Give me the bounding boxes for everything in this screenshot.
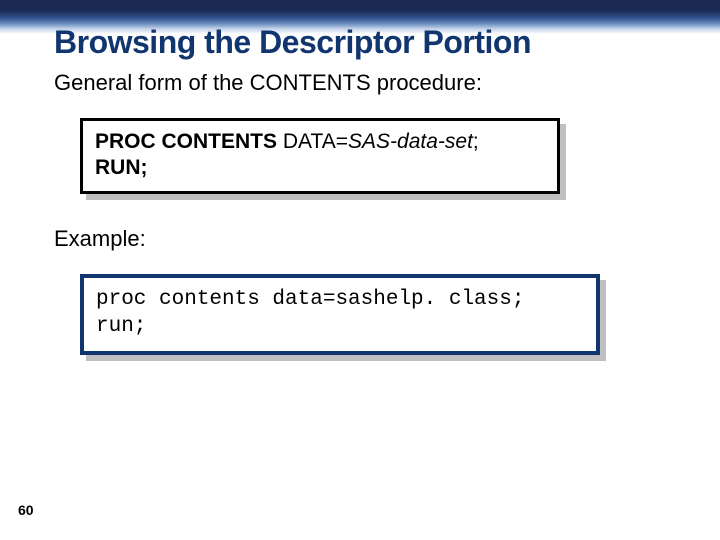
- example-box-wrap: proc contents data=sashelp. class; run;: [80, 274, 680, 355]
- slide-content: Browsing the Descriptor Portion General …: [54, 26, 680, 387]
- syntax-dataset-arg: SAS-data-set: [348, 130, 473, 153]
- syntax-proc-contents: PROC CONTENTS: [95, 130, 277, 153]
- page-number: 60: [18, 502, 34, 518]
- syntax-line-1: PROC CONTENTS DATA=SAS-data-set;: [95, 129, 545, 155]
- example-line-2: run;: [96, 313, 584, 340]
- example-line-1: proc contents data=sashelp. class;: [96, 286, 584, 313]
- syntax-box-wrap: PROC CONTENTS DATA=SAS-data-set; RUN;: [80, 118, 680, 195]
- syntax-box-shadow: PROC CONTENTS DATA=SAS-data-set; RUN;: [80, 118, 560, 195]
- intro-text: General form of the CONTENTS procedure:: [54, 70, 680, 96]
- slide-title: Browsing the Descriptor Portion: [54, 26, 680, 60]
- syntax-semicolon: ;: [473, 130, 479, 153]
- syntax-data-eq: DATA=: [277, 130, 348, 153]
- example-box: proc contents data=sashelp. class; run;: [80, 274, 600, 355]
- syntax-box: PROC CONTENTS DATA=SAS-data-set; RUN;: [80, 118, 560, 195]
- syntax-line-2: RUN;: [95, 155, 545, 181]
- example-label: Example:: [54, 226, 680, 252]
- example-box-shadow: proc contents data=sashelp. class; run;: [80, 274, 600, 355]
